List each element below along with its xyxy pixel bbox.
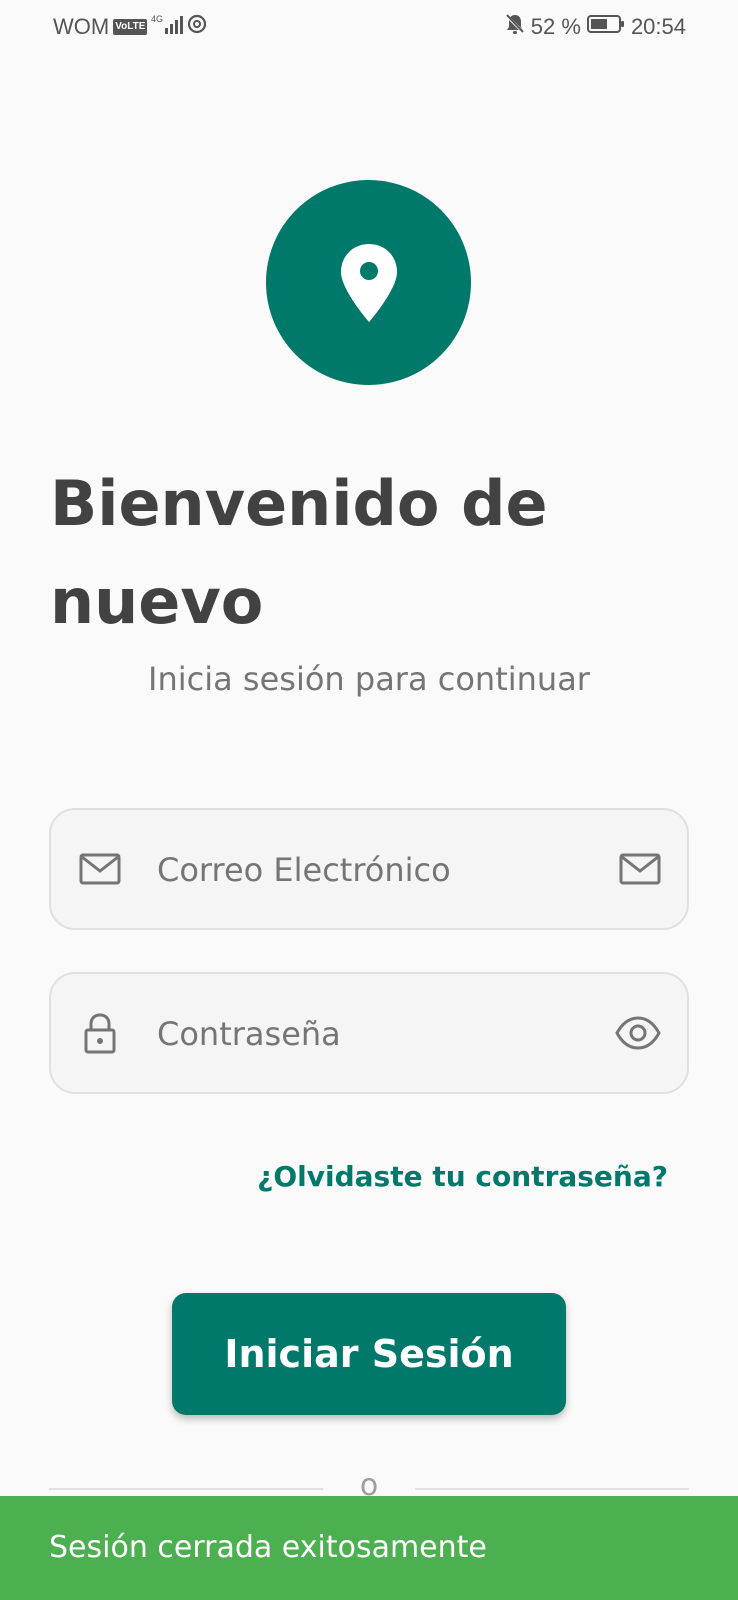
email-input[interactable] <box>157 840 597 900</box>
envelope-icon <box>79 852 121 890</box>
divider-line-right <box>415 1488 689 1490</box>
volte-badge: VoLTE <box>113 19 148 35</box>
eye-icon[interactable] <box>615 1016 661 1054</box>
forgot-password-link[interactable]: ¿Olvidaste tu contraseña? <box>257 1160 668 1193</box>
snackbar: Sesión cerrada exitosamente <box>0 1496 738 1600</box>
page-title: Bienvenido de nuevo <box>50 467 548 638</box>
clock: 20:54 <box>630 14 686 39</box>
signal-icon: 4G <box>151 13 184 41</box>
app-logo <box>266 180 471 385</box>
login-button[interactable]: Iniciar Sesión <box>172 1293 566 1415</box>
location-pin-icon <box>340 243 397 322</box>
snackbar-message: Sesión cerrada exitosamente <box>49 1530 487 1565</box>
email-field[interactable] <box>49 808 689 930</box>
network-type-label: 4G <box>151 14 163 24</box>
envelope-icon <box>619 852 661 890</box>
notifications-off-icon <box>504 13 525 41</box>
threads-app-icon <box>187 13 207 41</box>
status-left: WOM VoLTE 4G <box>53 13 207 41</box>
password-field[interactable] <box>49 972 689 1094</box>
page-subtitle: Inicia sesión para continuar <box>148 660 590 698</box>
status-right: 52 % 20:54 <box>504 13 686 41</box>
battery-icon <box>586 13 625 41</box>
login-screen: WOM VoLTE 4G 52 % 20:54 Bienvenido de nu… <box>0 0 738 1600</box>
status-bar: WOM VoLTE 4G 52 % 20:54 <box>0 0 738 52</box>
password-input[interactable] <box>157 1004 597 1064</box>
lock-icon <box>79 1013 121 1058</box>
carrier-label: WOM <box>53 14 110 39</box>
battery-percent: 52 % <box>530 14 581 39</box>
